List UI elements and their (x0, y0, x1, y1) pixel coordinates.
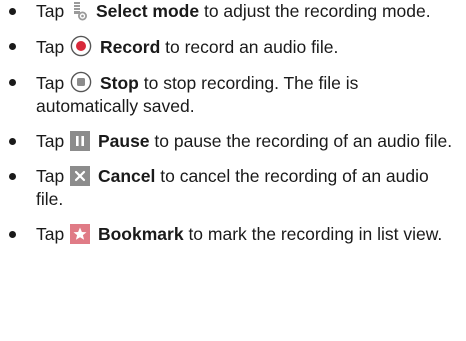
tap-label: Tap (36, 73, 65, 93)
select-mode-description: to adjust the recording mode. (203, 1, 431, 21)
tap-label: Tap (36, 224, 65, 244)
bookmark-keyword: Bookmark (97, 224, 184, 244)
bullet (9, 79, 16, 86)
list-item-cancel: Tap Cancel to cancel the recording of an… (0, 165, 456, 211)
select-mode-keyword: Select mode (95, 1, 200, 21)
list-item-select-mode: Tap Select mode to adjust the recording … (0, 0, 456, 23)
pause-description: to pause the recording of an audio file. (154, 131, 453, 151)
cancel-description: to cancel the recording of an audio file… (36, 166, 429, 209)
bullet (9, 138, 16, 145)
bullet (9, 231, 16, 238)
pause-icon (70, 131, 91, 151)
select-mode-icon (70, 1, 88, 21)
list-item-stop: Tap Stop to stop recording. The file is … (0, 71, 456, 118)
record-keyword: Record (99, 37, 161, 57)
record-icon (70, 35, 92, 57)
stop-keyword: Stop (99, 73, 139, 93)
pause-keyword: Pause (97, 131, 150, 151)
record-description: to record an audio file. (165, 37, 339, 57)
cancel-keyword: Cancel (97, 166, 156, 186)
tap-label: Tap (36, 37, 65, 57)
stop-icon (70, 71, 92, 93)
bullet (9, 8, 16, 15)
bullet (9, 43, 16, 50)
tap-label: Tap (36, 166, 65, 186)
cancel-icon (70, 166, 91, 186)
list-item-bookmark: Tap Bookmark to mark the recording in li… (0, 223, 456, 246)
bookmark-description: to mark the recording in list view. (188, 224, 443, 244)
tap-label: Tap (36, 1, 65, 21)
tap-label: Tap (36, 131, 65, 151)
bullet (9, 173, 16, 180)
list-item-record: Tap Record to record an audio file. (0, 35, 456, 59)
bookmark-icon (70, 224, 91, 244)
instruction-list: Tap Select mode to adjust the recording … (0, 0, 466, 246)
list-item-pause: Tap Pause to pause the recording of an a… (0, 130, 456, 153)
